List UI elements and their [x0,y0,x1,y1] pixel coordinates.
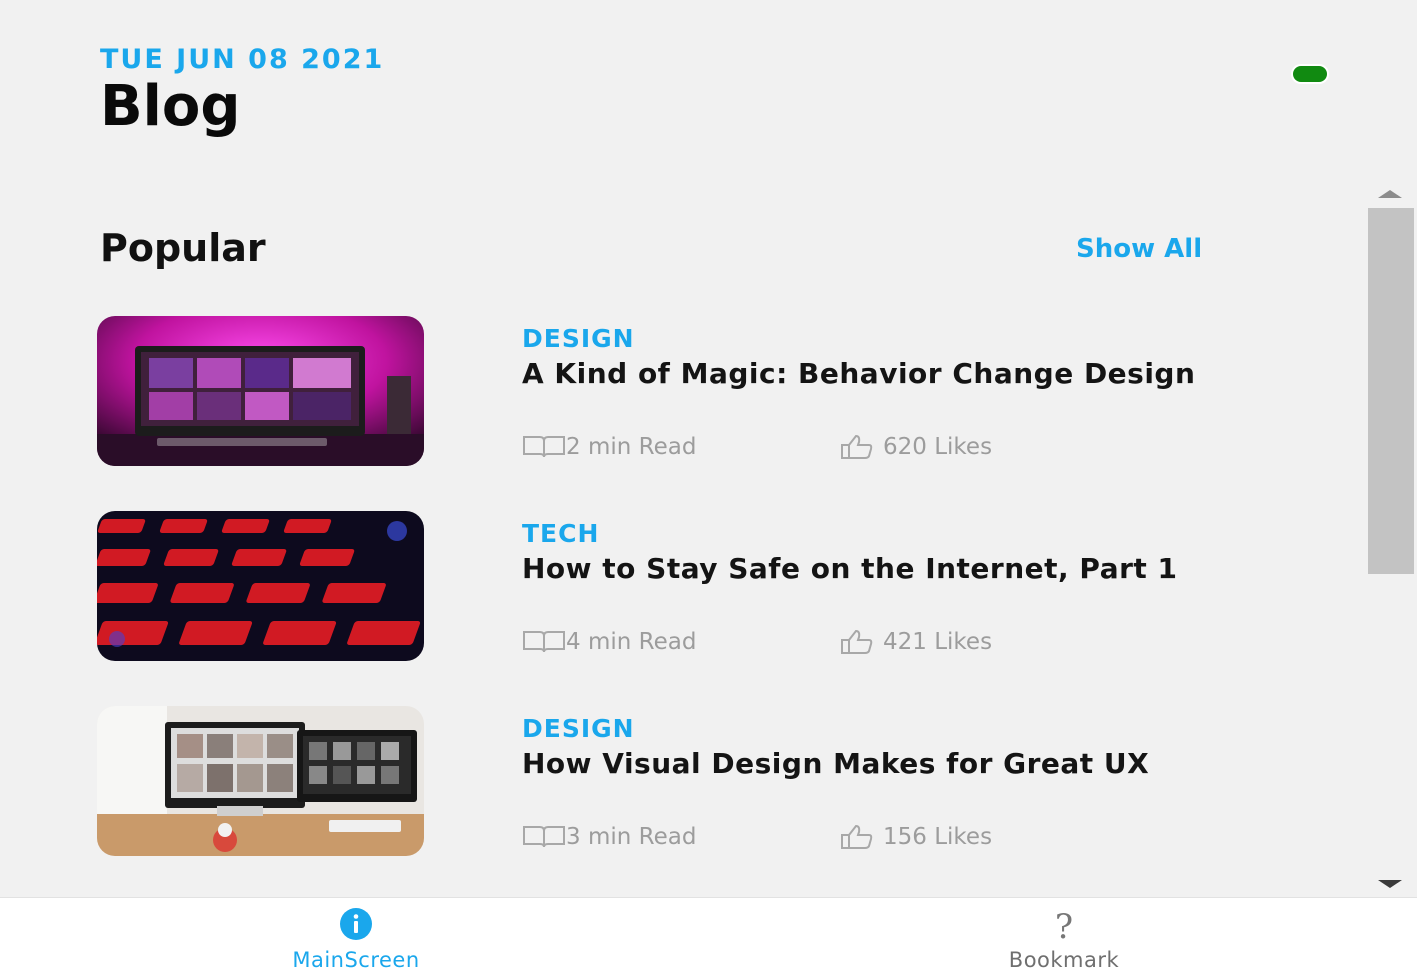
post-thumbnail[interactable] [97,316,424,466]
show-all-link[interactable]: Show All [1076,234,1202,264]
section-title-popular: Popular [100,226,266,270]
tab-label: MainScreen [292,948,420,972]
post-card[interactable]: DESIGN A Kind of Magic: Behavior Change … [97,316,1277,466]
scroll-up-arrow[interactable] [1378,190,1402,198]
post-read-time: 2 min Read [522,434,696,460]
post-category: TECH [522,519,600,548]
post-category: DESIGN [522,324,635,353]
post-likes: 421 Likes [839,629,992,655]
read-time-label: 2 min Read [566,434,697,460]
thumbs-up-icon [839,824,883,850]
post-card[interactable]: TECH How to Stay Safe on the Internet, P… [97,511,1277,661]
post-thumbnail[interactable] [97,706,424,856]
book-icon [522,434,566,460]
scroll-down-arrow[interactable] [1378,880,1402,888]
app-window: TUE JUN 08 2021 Blog Popular Show All DE… [0,0,1417,972]
post-likes: 156 Likes [839,824,992,850]
read-time-label: 3 min Read [566,824,697,850]
status-indicator [1293,66,1327,82]
scroll-thumb[interactable] [1368,208,1414,574]
likes-label: 421 Likes [883,629,993,655]
tab-mainscreen[interactable]: MainScreen [236,898,476,972]
post-title[interactable]: How to Stay Safe on the Internet, Part 1 [522,553,1262,585]
post-likes: 620 Likes [839,434,992,460]
post-title[interactable]: A Kind of Magic: Behavior Change Design [522,358,1262,390]
post-read-time: 4 min Read [522,629,696,655]
likes-label: 156 Likes [883,824,993,850]
bottom-tab-bar: MainScreen ? Bookmark [0,897,1417,972]
thumbs-up-icon [839,629,883,655]
post-category: DESIGN [522,714,635,743]
read-time-label: 4 min Read [566,629,697,655]
post-read-time: 3 min Read [522,824,696,850]
svg-text:?: ? [1055,908,1073,944]
info-icon [336,908,376,940]
tab-bookmark[interactable]: ? Bookmark [944,898,1184,972]
post-card[interactable]: DESIGN How Visual Design Makes for Great… [97,706,1277,856]
question-icon: ? [1044,907,1084,947]
book-icon [522,629,566,655]
likes-label: 620 Likes [883,434,993,460]
thumbs-up-icon [839,434,883,460]
tab-label: Bookmark [1008,948,1120,972]
header-date: TUE JUN 08 2021 [100,44,385,75]
post-title[interactable]: How Visual Design Makes for Great UX [522,748,1262,780]
page-title: Blog [100,74,241,139]
book-icon [522,824,566,850]
post-thumbnail[interactable] [97,511,424,661]
